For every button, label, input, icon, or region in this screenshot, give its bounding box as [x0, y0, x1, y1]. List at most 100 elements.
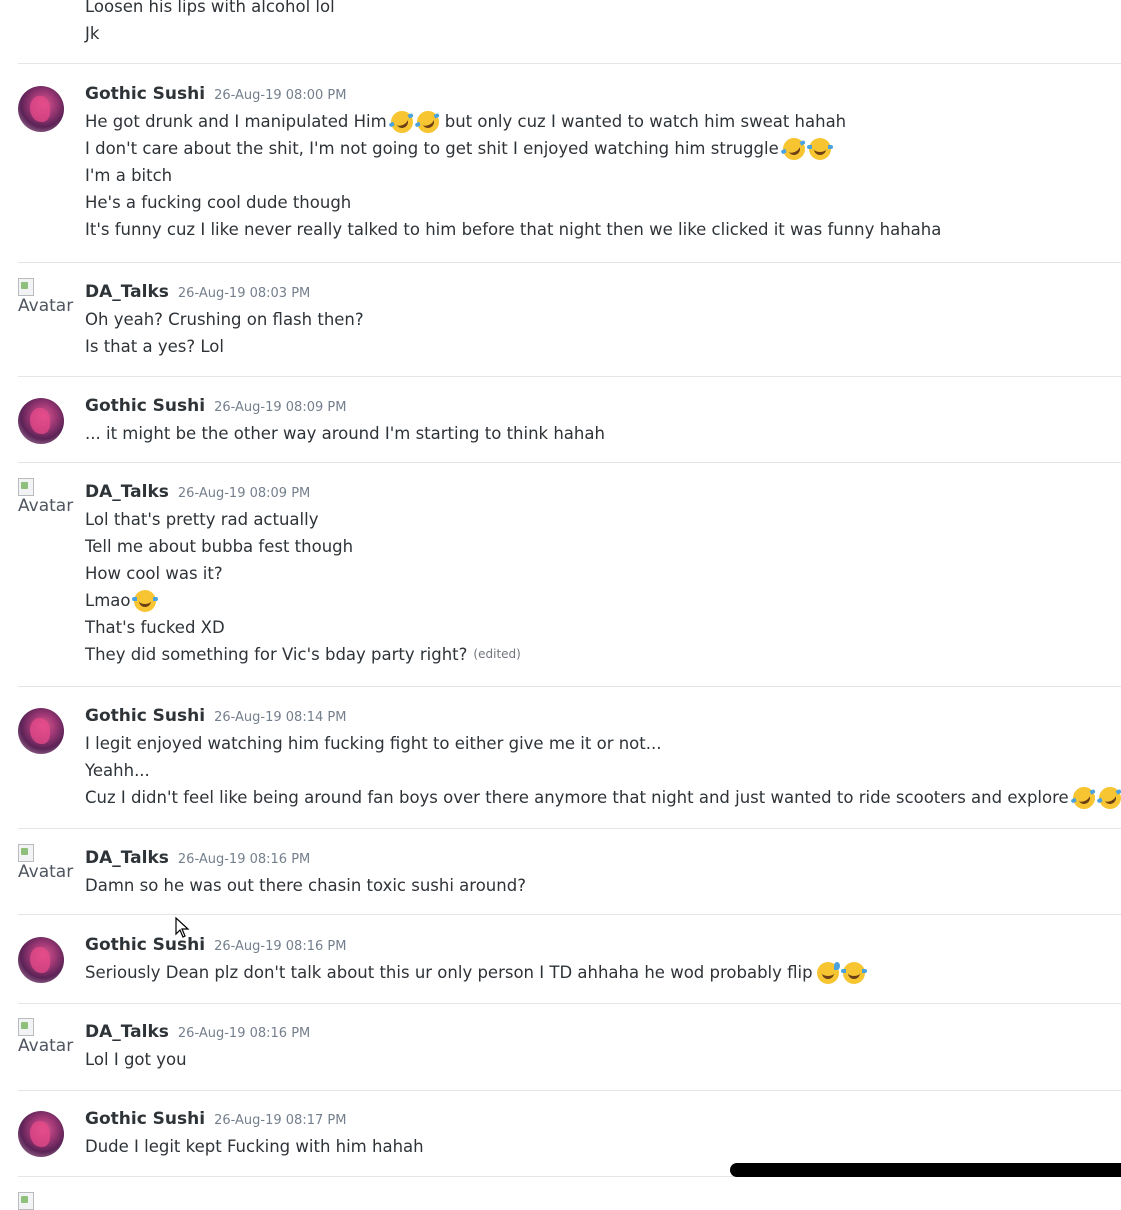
avatar[interactable] — [18, 937, 64, 983]
timestamp[interactable]: 26-Aug-19 08:16 PM — [178, 852, 310, 867]
message-text: Is that a yes? Lol — [85, 337, 224, 356]
message-header: Gothic Sushi 26-Aug-19 08:14 PM — [85, 706, 1121, 730]
message-line: How cool was it? — [85, 560, 1121, 587]
message-line: Damn so he was out there chasin toxic su… — [85, 872, 1121, 899]
message-text: but only cuz I wanted to watch him sweat… — [444, 112, 847, 131]
avatar[interactable]: Avatar — [18, 278, 78, 326]
message-text: Lol I got you — [85, 1050, 187, 1069]
message-text: I'm a bitch — [85, 166, 173, 185]
rofl-emoji-icon — [413, 106, 443, 137]
message-text: He's a fucking cool dude though — [85, 193, 352, 212]
avatar-alt-text: Avatar — [18, 496, 74, 516]
message-line: I legit enjoyed watching him fucking fig… — [85, 730, 1121, 757]
timestamp[interactable]: 26-Aug-19 08:17 PM — [214, 1113, 346, 1128]
message-line: That's fucked XD — [85, 614, 1121, 641]
avatar[interactable] — [18, 708, 64, 754]
avatar[interactable] — [18, 398, 64, 444]
message-text: ... it might be the other way around I'm… — [85, 424, 605, 443]
broken-image-icon — [18, 1018, 34, 1036]
message-text: How cool was it? — [85, 564, 223, 583]
avatar[interactable]: Avatar — [18, 478, 78, 526]
message-line: Oh yeah? Crushing on flash then? — [85, 306, 1121, 333]
username[interactable]: Gothic Sushi — [85, 396, 205, 416]
message-divider — [18, 828, 1121, 829]
sweat-emoji-icon — [816, 961, 840, 984]
message-line: It's funny cuz I like never really talke… — [85, 216, 1121, 243]
message-divider — [18, 63, 1121, 64]
timestamp[interactable]: 26-Aug-19 08:03 PM — [178, 286, 310, 301]
joy-emoji-icon — [840, 961, 867, 984]
mouse-cursor-icon — [175, 917, 190, 938]
username[interactable]: DA_Talks — [85, 1022, 169, 1042]
message-text: It's funny cuz I like never really talke… — [85, 220, 942, 239]
message-line: Loosen his lips with alcohol lol — [85, 0, 335, 16]
message-text: Dude I legit kept Fucking with him hahah — [85, 1137, 424, 1156]
message-divider — [18, 262, 1121, 263]
avatar[interactable]: Avatar — [18, 1018, 78, 1066]
joy-emoji-icon — [806, 137, 833, 160]
message-text: I legit enjoyed watching him fucking fig… — [85, 734, 662, 753]
message-text: That's fucked XD — [85, 618, 225, 637]
broken-image-icon — [18, 478, 34, 496]
message-line: Dude I legit kept Fucking with him hahah — [85, 1133, 1121, 1160]
message-text: Tell me about bubba fest though — [85, 537, 354, 556]
message-text: Seriously Dean plz don't talk about this… — [85, 963, 813, 982]
rofl-emoji-icon — [387, 106, 417, 137]
broken-image-icon — [18, 1192, 34, 1210]
message-header: Gothic Sushi 26-Aug-19 08:00 PM — [85, 84, 1121, 108]
broken-image-icon — [18, 844, 34, 862]
edited-label: (edited) — [473, 647, 521, 661]
message-line: Yeahh... — [85, 757, 1121, 784]
horizontal-scrollbar[interactable] — [730, 1163, 1121, 1177]
timestamp[interactable]: 26-Aug-19 08:14 PM — [214, 710, 346, 725]
username[interactable]: Gothic Sushi — [85, 84, 205, 104]
username[interactable]: Gothic Sushi — [85, 1109, 205, 1129]
message-text: He got drunk and I manipulated Him — [85, 112, 387, 131]
message-divider — [18, 914, 1121, 915]
username[interactable]: DA_Talks — [85, 282, 169, 302]
rofl-emoji-icon — [779, 133, 809, 164]
avatar[interactable]: Avatar — [18, 844, 78, 892]
message-line: I'm a bitch — [85, 162, 1121, 189]
message-content: Gothic Sushi 26-Aug-19 08:16 PM Seriously … — [85, 935, 1121, 986]
username[interactable]: Gothic Sushi — [85, 706, 205, 726]
avatar-alt-text: Avatar — [18, 296, 74, 316]
message-text: Yeahh... — [85, 761, 150, 780]
message-text: Oh yeah? Crushing on flash then? — [85, 310, 364, 329]
message-divider — [18, 376, 1121, 377]
message-content: DA_Talks 26-Aug-19 08:09 PM Lol that's pre… — [85, 482, 1121, 668]
message-header: DA_Talks 26-Aug-19 08:16 PM — [85, 1022, 1121, 1046]
timestamp[interactable]: 26-Aug-19 08:16 PM — [214, 939, 346, 954]
message-line: Jk — [85, 24, 100, 43]
message-divider — [18, 686, 1121, 687]
message-line: Is that a yes? Lol — [85, 333, 1121, 360]
message-line: ... it might be the other way around I'm… — [85, 420, 1121, 447]
message-header: Gothic Sushi 26-Aug-19 08:09 PM — [85, 396, 1121, 420]
message-line: Lmao — [85, 587, 1121, 614]
timestamp[interactable]: 26-Aug-19 08:09 PM — [178, 486, 310, 501]
message-header: DA_Talks 26-Aug-19 08:03 PM — [85, 282, 1121, 306]
message-text: Damn so he was out there chasin toxic su… — [85, 876, 526, 895]
message-content: Gothic Sushi 26-Aug-19 08:00 PM He got dru… — [85, 84, 1121, 243]
timestamp[interactable]: 26-Aug-19 08:16 PM — [178, 1026, 310, 1041]
message-content: DA_Talks 26-Aug-19 08:03 PM Oh yeah? Crush… — [85, 282, 1121, 360]
username[interactable]: DA_Talks — [85, 482, 169, 502]
rofl-emoji-icon — [1069, 782, 1099, 813]
message-content: Gothic Sushi 26-Aug-19 08:14 PM I legit en… — [85, 706, 1121, 813]
message-content: DA_Talks 26-Aug-19 08:16 PM Lol I got you — [85, 1022, 1121, 1073]
username[interactable]: DA_Talks — [85, 848, 169, 868]
message-line: Cuz I didn't feel like being around fan … — [85, 782, 1121, 813]
message-divider — [18, 462, 1121, 463]
rofl-emoji-icon — [1095, 782, 1121, 813]
message-line: Lol I got you — [85, 1046, 1121, 1073]
avatar-alt-text: Avatar — [18, 1036, 74, 1056]
avatar-alt-text: Avatar — [18, 862, 74, 882]
avatar[interactable] — [18, 1111, 64, 1157]
message-text: I don't care about the shit, I'm not goi… — [85, 139, 779, 158]
timestamp[interactable]: 26-Aug-19 08:09 PM — [214, 400, 346, 415]
timestamp[interactable]: 26-Aug-19 08:00 PM — [214, 88, 346, 103]
message-line: They did something for Vic's bday party … — [85, 641, 1121, 668]
avatar[interactable] — [18, 86, 64, 132]
message-header: DA_Talks 26-Aug-19 08:09 PM — [85, 482, 1121, 506]
message-line: I don't care about the shit, I'm not goi… — [85, 133, 1121, 164]
